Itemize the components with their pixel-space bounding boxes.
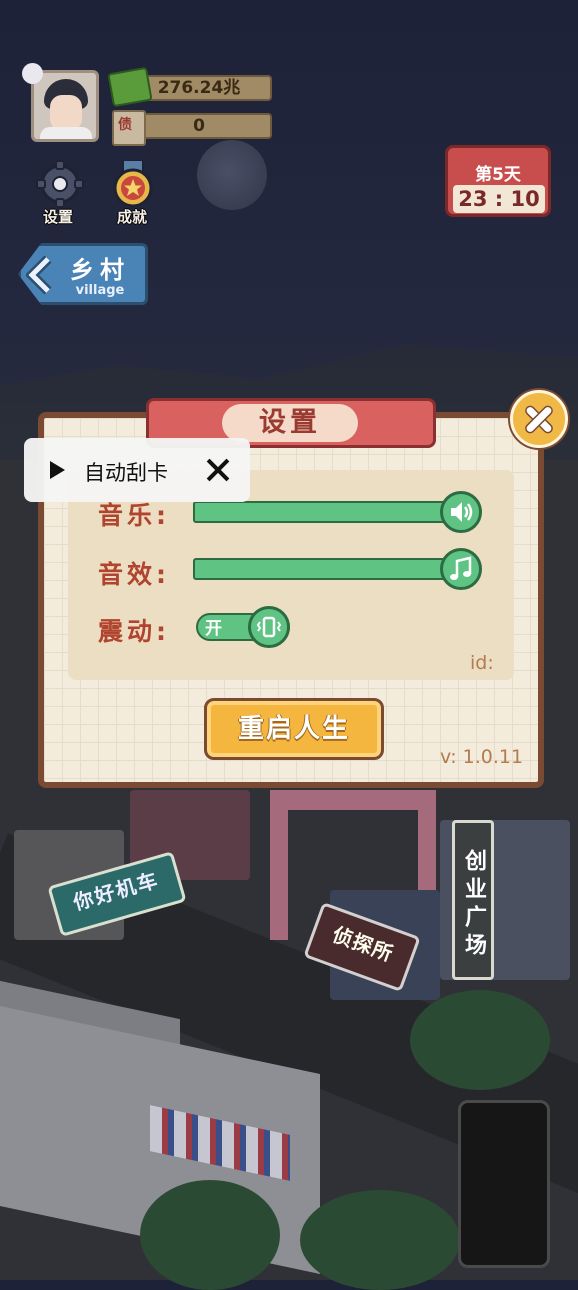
vibration-state: 开 xyxy=(205,619,222,639)
medal-icon xyxy=(113,159,153,208)
floating-dot[interactable] xyxy=(22,63,43,84)
money-icon xyxy=(107,66,153,108)
calendar-day: 第5天 xyxy=(475,165,521,185)
auto-scratch-label: 自动刮卡 xyxy=(84,461,168,485)
dialog-title: 设置 xyxy=(222,404,358,442)
ticket-value: 0 xyxy=(193,116,205,136)
ticket-display: 0 xyxy=(126,113,272,139)
music-slider-knob[interactable] xyxy=(440,491,482,533)
ticket-icon: 债 xyxy=(112,110,146,146)
music-note-icon xyxy=(450,556,472,580)
play-icon[interactable] xyxy=(50,461,65,479)
chevron-left-icon xyxy=(26,255,52,295)
sfx-slider[interactable] xyxy=(193,558,463,580)
version-text: v: 1.0.11 xyxy=(440,746,524,768)
village-title: 乡村 xyxy=(70,256,130,284)
vibration-label: 震动: xyxy=(98,617,170,646)
avatar[interactable] xyxy=(31,70,99,142)
achievements-label: 成就 xyxy=(116,208,147,226)
ticket-icon-char: 债 xyxy=(118,117,132,133)
tree xyxy=(410,990,550,1090)
restart-life-button[interactable]: 重启人生 xyxy=(204,698,384,760)
money-value: 276.24兆 xyxy=(157,78,241,98)
tree xyxy=(300,1190,460,1290)
settings-label: 设置 xyxy=(42,208,73,226)
popup-close-icon[interactable] xyxy=(204,456,232,484)
vibrate-icon xyxy=(256,616,282,638)
player-id-label: id: xyxy=(470,652,494,674)
moon xyxy=(197,140,267,210)
calendar-time: 23 : 10 xyxy=(453,185,545,213)
sfx-slider-knob[interactable] xyxy=(440,548,482,590)
vibration-toggle-knob[interactable] xyxy=(248,606,290,648)
gear-icon xyxy=(36,160,84,208)
sfx-label: 音效: xyxy=(98,560,170,589)
close-icon[interactable] xyxy=(510,390,568,448)
avatar-face xyxy=(50,95,82,131)
village-subtitle: village xyxy=(75,283,125,298)
speaker-icon xyxy=(451,502,473,522)
sign-plaza: 创业广场 xyxy=(452,820,494,980)
achievements-button[interactable] xyxy=(111,159,155,208)
music-slider[interactable] xyxy=(193,501,463,523)
avatar-shirt xyxy=(40,127,92,139)
phone-button[interactable] xyxy=(458,1100,550,1268)
settings-button[interactable] xyxy=(36,160,84,208)
tree xyxy=(140,1180,280,1290)
